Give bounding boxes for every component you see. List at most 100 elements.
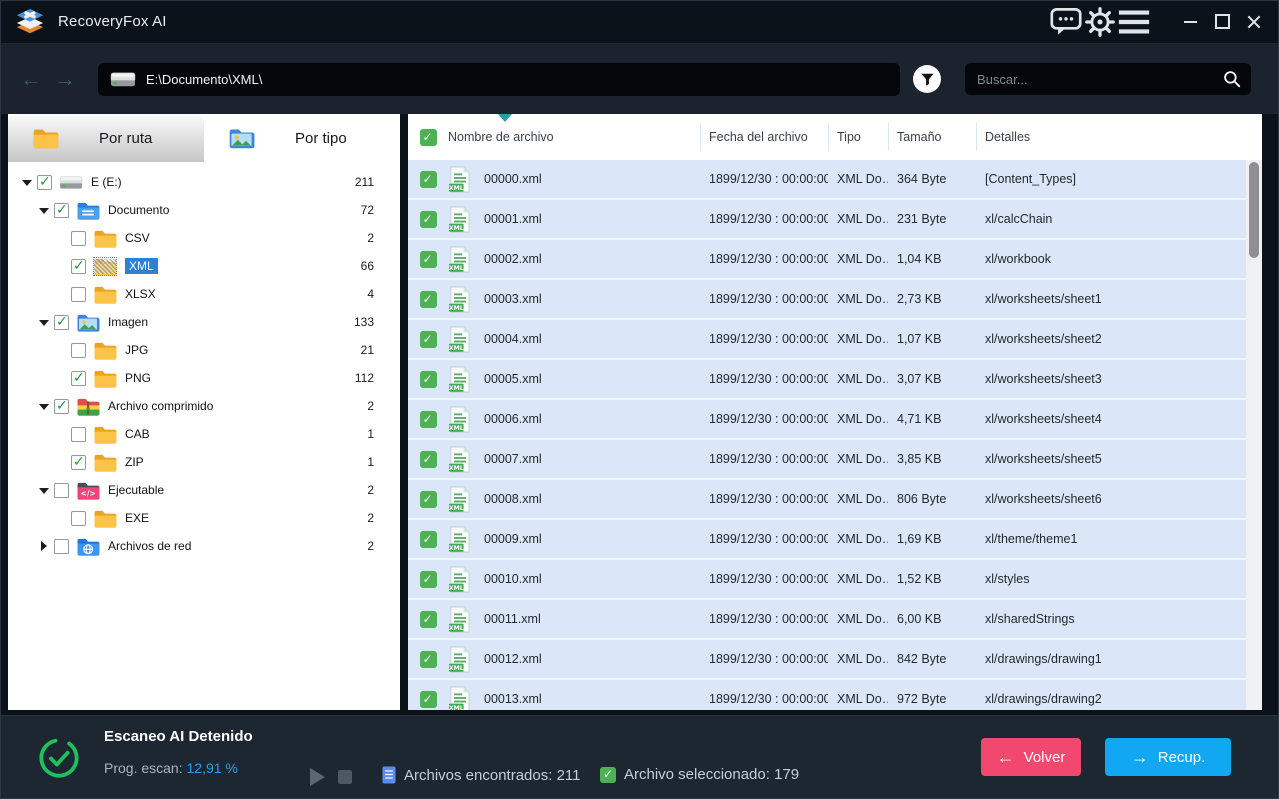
- tab-por-tipo[interactable]: Por tipo: [204, 114, 400, 162]
- row-checkbox[interactable]: [420, 491, 437, 508]
- column-header-date[interactable]: Fecha del archivo: [700, 114, 828, 160]
- tree-checkbox[interactable]: [71, 427, 86, 442]
- expand-arrow-icon[interactable]: [20, 176, 34, 188]
- recover-button[interactable]: → Recup.: [1105, 738, 1231, 776]
- tree-item[interactable]: </> Ejecutable 2: [8, 476, 400, 504]
- tree-checkbox[interactable]: [37, 175, 52, 190]
- expand-arrow-icon[interactable]: [37, 316, 51, 328]
- expand-arrow-icon[interactable]: [54, 512, 68, 524]
- file-type: XML Do…: [828, 532, 888, 546]
- tree-checkbox[interactable]: [54, 203, 69, 218]
- tree-checkbox[interactable]: [71, 259, 86, 274]
- tree-item[interactable]: CAB 1: [8, 420, 400, 448]
- scrollbar-thumb[interactable]: [1249, 162, 1259, 258]
- feedback-icon[interactable]: [1049, 7, 1083, 37]
- tree-item[interactable]: Documento 72: [8, 196, 400, 224]
- row-checkbox[interactable]: [420, 451, 437, 468]
- expand-arrow-icon[interactable]: [54, 232, 68, 244]
- expand-arrow-icon[interactable]: [37, 400, 51, 412]
- minimize-button[interactable]: [1175, 7, 1205, 37]
- select-all-checkbox[interactable]: [420, 129, 437, 146]
- column-header-name[interactable]: Nombre de archivo: [448, 114, 700, 160]
- row-checkbox[interactable]: [420, 171, 437, 188]
- table-row[interactable]: XML 00006.xml 1899/12/30 : 00:00:00 XML …: [408, 400, 1246, 440]
- tree-item[interactable]: XLSX 4: [8, 280, 400, 308]
- expand-arrow-icon[interactable]: [54, 428, 68, 440]
- back-arrow-button[interactable]: ←: [14, 66, 48, 92]
- tree-item[interactable]: E (E:) 211: [8, 168, 400, 196]
- tree-checkbox[interactable]: [71, 287, 86, 302]
- close-button[interactable]: [1239, 7, 1269, 37]
- table-row[interactable]: XML 00010.xml 1899/12/30 : 00:00:00 XML …: [408, 560, 1246, 600]
- expand-arrow-icon[interactable]: [54, 344, 68, 356]
- table-row[interactable]: XML 00012.xml 1899/12/30 : 00:00:00 XML …: [408, 640, 1246, 680]
- file-date: 1899/12/30 : 00:00:00: [700, 692, 828, 706]
- tree-item[interactable]: Archivos de red 2: [8, 532, 400, 560]
- row-checkbox[interactable]: [420, 411, 437, 428]
- row-checkbox[interactable]: [420, 371, 437, 388]
- column-header-size[interactable]: Tamaño: [888, 114, 976, 160]
- expand-arrow-icon[interactable]: [54, 288, 68, 300]
- table-row[interactable]: XML 00002.xml 1899/12/30 : 00:00:00 XML …: [408, 240, 1246, 280]
- row-checkbox[interactable]: [420, 571, 437, 588]
- tree-item[interactable]: CSV 2: [8, 224, 400, 252]
- svg-text:</>: </>: [81, 489, 96, 498]
- search-icon[interactable]: [1223, 70, 1241, 88]
- tree-checkbox[interactable]: [71, 371, 86, 386]
- expand-arrow-icon[interactable]: [37, 540, 51, 552]
- table-row[interactable]: XML 00013.xml 1899/12/30 : 00:00:00 XML …: [408, 680, 1246, 710]
- expand-arrow-icon[interactable]: [54, 372, 68, 384]
- row-checkbox[interactable]: [420, 651, 437, 668]
- back-button[interactable]: ← Volver: [981, 738, 1081, 776]
- table-row[interactable]: XML 00011.xml 1899/12/30 : 00:00:00 XML …: [408, 600, 1246, 640]
- row-checkbox[interactable]: [420, 611, 437, 628]
- expand-arrow-icon[interactable]: [37, 204, 51, 216]
- stop-scan-icon[interactable]: [338, 770, 352, 784]
- tab-por-ruta[interactable]: Por ruta: [8, 114, 204, 162]
- settings-gear-icon[interactable]: [1083, 7, 1117, 37]
- table-row[interactable]: XML 00000.xml 1899/12/30 : 00:00:00 XML …: [408, 160, 1246, 200]
- column-header-type[interactable]: Tipo: [828, 114, 888, 160]
- tree-checkbox[interactable]: [71, 455, 86, 470]
- maximize-button[interactable]: [1207, 7, 1237, 37]
- table-row[interactable]: XML 00001.xml 1899/12/30 : 00:00:00 XML …: [408, 200, 1246, 240]
- tree-item[interactable]: JPG 21: [8, 336, 400, 364]
- tree-checkbox[interactable]: [71, 343, 86, 358]
- row-checkbox[interactable]: [420, 211, 437, 228]
- search-input[interactable]: [977, 72, 1223, 87]
- vertical-scrollbar[interactable]: [1246, 160, 1262, 710]
- column-header-details[interactable]: Detalles: [976, 114, 1262, 160]
- row-checkbox[interactable]: [420, 531, 437, 548]
- resume-scan-icon[interactable]: [310, 768, 325, 786]
- forward-arrow-button[interactable]: →: [48, 66, 82, 92]
- tree-checkbox[interactable]: [54, 539, 69, 554]
- tree-item[interactable]: EXE 2: [8, 504, 400, 532]
- tree-checkbox[interactable]: [54, 399, 69, 414]
- tree-checkbox[interactable]: [54, 315, 69, 330]
- table-row[interactable]: XML 00004.xml 1899/12/30 : 00:00:00 XML …: [408, 320, 1246, 360]
- tree-item[interactable]: Archivo comprimido 2: [8, 392, 400, 420]
- row-checkbox[interactable]: [420, 291, 437, 308]
- tree-item[interactable]: PNG 112: [8, 364, 400, 392]
- tree-item[interactable]: XML 66: [8, 252, 400, 280]
- table-row[interactable]: XML 00008.xml 1899/12/30 : 00:00:00 XML …: [408, 480, 1246, 520]
- table-row[interactable]: XML 00005.xml 1899/12/30 : 00:00:00 XML …: [408, 360, 1246, 400]
- hamburger-menu-icon[interactable]: [1117, 7, 1151, 37]
- tree-item[interactable]: ZIP 1: [8, 448, 400, 476]
- table-row[interactable]: XML 00007.xml 1899/12/30 : 00:00:00 XML …: [408, 440, 1246, 480]
- expand-arrow-icon[interactable]: [54, 456, 68, 468]
- row-checkbox[interactable]: [420, 251, 437, 268]
- row-checkbox[interactable]: [420, 691, 437, 708]
- row-checkbox[interactable]: [420, 331, 437, 348]
- table-row[interactable]: XML 00003.xml 1899/12/30 : 00:00:00 XML …: [408, 280, 1246, 320]
- filter-button[interactable]: [913, 65, 941, 93]
- tree-checkbox[interactable]: [71, 511, 86, 526]
- tree-item[interactable]: Imagen 133: [8, 308, 400, 336]
- path-input[interactable]: E:\Documento\XML\: [98, 63, 900, 96]
- table-row[interactable]: XML 00009.xml 1899/12/30 : 00:00:00 XML …: [408, 520, 1246, 560]
- expand-arrow-icon[interactable]: [37, 484, 51, 496]
- search-box[interactable]: [965, 63, 1251, 95]
- tree-checkbox[interactable]: [71, 231, 86, 246]
- expand-arrow-icon[interactable]: [54, 260, 68, 272]
- tree-checkbox[interactable]: [54, 483, 69, 498]
